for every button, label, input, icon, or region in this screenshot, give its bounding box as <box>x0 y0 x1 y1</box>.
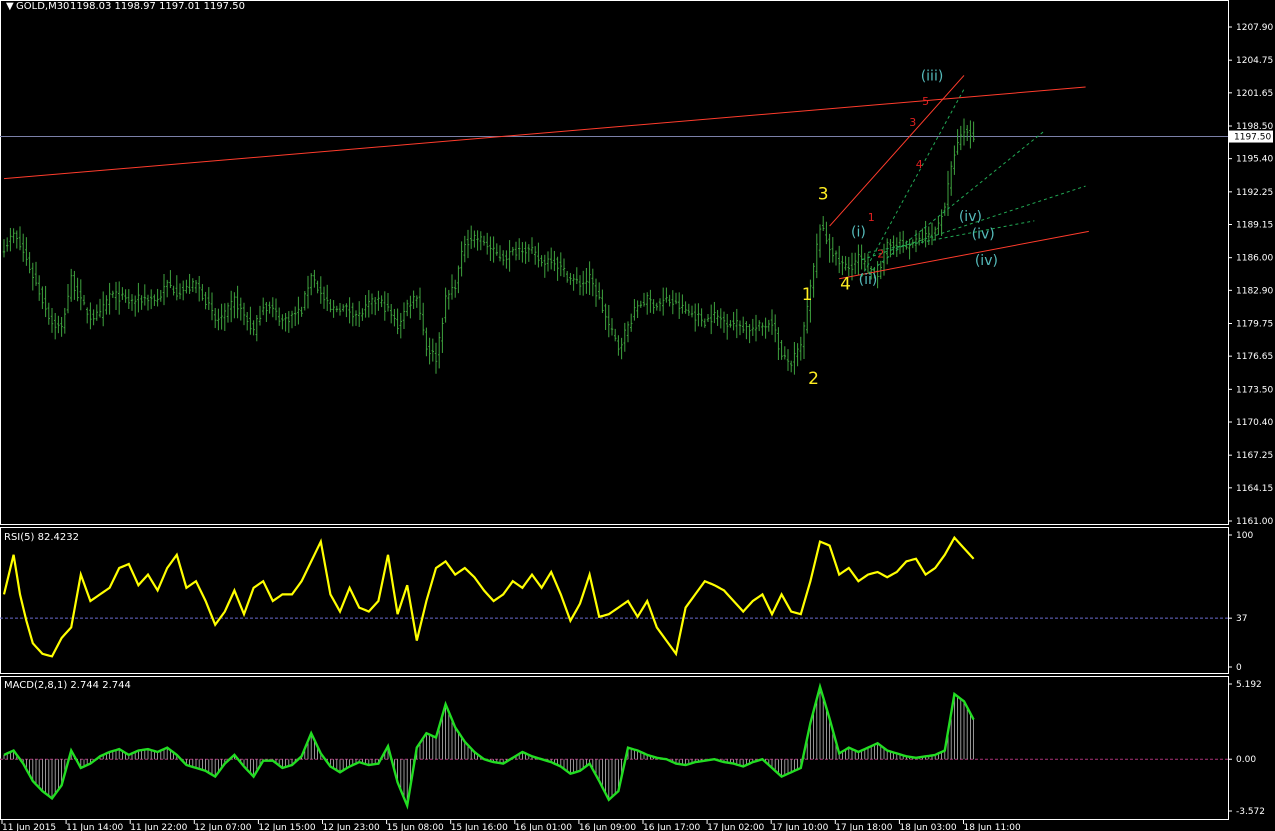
time-tick-label: 16 Jun 01:00 <box>515 823 572 831</box>
wave-label-intermediate: (i) <box>851 225 866 241</box>
rsi-panel-frame <box>0 527 1229 674</box>
time-tick-label: 11 Jun 14:00 <box>66 823 123 831</box>
wave-label-intermediate: (iii) <box>921 69 944 85</box>
price-tick-label: 1161.00 <box>1236 517 1273 527</box>
time-tick-label: 12 Jun 07:00 <box>194 823 251 831</box>
wave-label-intermediate: (iv) <box>972 227 995 243</box>
wave-label-minor: 3 <box>909 116 916 129</box>
price-tick-label: 1198.50 <box>1236 122 1273 132</box>
chart-canvas: 1207.90 1204.75 1201.65 1198.50 1195.40 1192.… <box>0 0 1273 831</box>
time-tick-label: 18 Jun 11:00 <box>964 823 1021 831</box>
time-tick-label: 16 Jun 17:00 <box>643 823 700 831</box>
price-tick-label: 1207.90 <box>1236 23 1273 33</box>
price-tick-label: 1186.00 <box>1236 254 1273 264</box>
price-tick-label: 1164.15 <box>1236 484 1273 494</box>
current-price-label: 1197.50 <box>1234 133 1271 143</box>
symbol-label: GOLD,M30 <box>16 1 69 12</box>
wave-label-intermediate: (iv) <box>975 253 998 269</box>
macd-signal-line <box>3 682 975 810</box>
rsi-series: 100 37 0 <box>0 531 1253 673</box>
price-tick-label: 1204.75 <box>1236 56 1273 66</box>
price-tick-label: 1201.65 <box>1236 89 1273 99</box>
price-tick-label: 1189.15 <box>1236 220 1273 230</box>
time-tick-label: 15 Jun 16:00 <box>451 823 508 831</box>
macd-tick-label: -3.572 <box>1236 807 1265 817</box>
wave-label-minor: 1 <box>868 211 875 224</box>
time-tick-label: 11 Jun 22:00 <box>130 823 187 831</box>
price-panel-frame <box>0 0 1229 525</box>
rsi-tick-label: 0 <box>1236 663 1242 673</box>
wave-label-minor: 4 <box>916 158 923 171</box>
wave-label-primary: 1 <box>802 285 813 305</box>
wave-label-primary: 4 <box>840 274 851 294</box>
price-tick-label: 1195.40 <box>1236 155 1273 165</box>
price-tick-label: 1192.25 <box>1236 188 1273 198</box>
time-tick-label: 18 Jun 03:00 <box>899 823 956 831</box>
price-tick-label: 1182.90 <box>1236 286 1273 296</box>
wave-label-primary: 2 <box>808 369 819 389</box>
price-tick-label: 1170.40 <box>1236 418 1273 428</box>
trendline <box>829 75 965 227</box>
price-axis: 1207.90 1204.75 1201.65 1198.50 1195.40 1192.… <box>0 23 1273 527</box>
wave-label-primary: 3 <box>818 185 829 205</box>
time-tick-label: 17 Jun 18:00 <box>835 823 892 831</box>
ohlc-label: 1198.03 1198.97 1197.01 1197.50 <box>70 1 245 12</box>
time-tick-label: 12 Jun 23:00 <box>323 823 380 831</box>
macd-tick-label: 0.00 <box>1236 755 1256 765</box>
wave-label-intermediate: (iv) <box>959 209 982 225</box>
projection-line <box>867 220 1035 253</box>
wave-labels: 1 2 3 4 (i) (ii) (iii) (iv) (iv) (iv) 1 2 3 4 5 <box>802 69 998 389</box>
macd-series: 5.192 0.00 -3.572 <box>0 680 1265 817</box>
price-tick-label: 1173.50 <box>1236 385 1273 395</box>
time-tick-label: 15 Jun 08:00 <box>387 823 444 831</box>
rsi-tick-label: 100 <box>1236 531 1253 541</box>
wave-label-intermediate: (ii) <box>859 272 878 288</box>
rsi-line <box>2 535 975 658</box>
rsi-tick-label: 37 <box>1236 614 1247 624</box>
time-tick-label: 16 Jun 09:00 <box>579 823 636 831</box>
macd-tick-label: 5.192 <box>1236 680 1262 690</box>
rsi-label: RSI(5) 82.4232 <box>4 532 79 543</box>
projection-line <box>867 130 1045 274</box>
time-tick-label: 17 Jun 02:00 <box>707 823 764 831</box>
price-tick-label: 1176.65 <box>1236 352 1273 362</box>
time-tick-label: 11 Jun 2015 <box>2 823 56 831</box>
price-tick-label: 1167.25 <box>1236 451 1273 461</box>
wave-label-minor: 5 <box>922 95 929 108</box>
time-tick-label: 12 Jun 15:00 <box>258 823 315 831</box>
time-tick-label: 17 Jun 10:00 <box>771 823 828 831</box>
price-tick-label: 1179.75 <box>1236 320 1273 330</box>
dropdown-arrow-icon[interactable]: ▼ <box>6 1 14 12</box>
time-axis: 11 Jun 2015 11 Jun 14:00 11 Jun 22:00 12 Ju… <box>1 820 1021 831</box>
candlestick-series <box>2 118 975 375</box>
wave-label-minor: 2 <box>877 248 884 261</box>
macd-panel-frame <box>0 676 1229 820</box>
macd-label: MACD(2,8,1) 2.744 2.744 <box>4 680 131 691</box>
